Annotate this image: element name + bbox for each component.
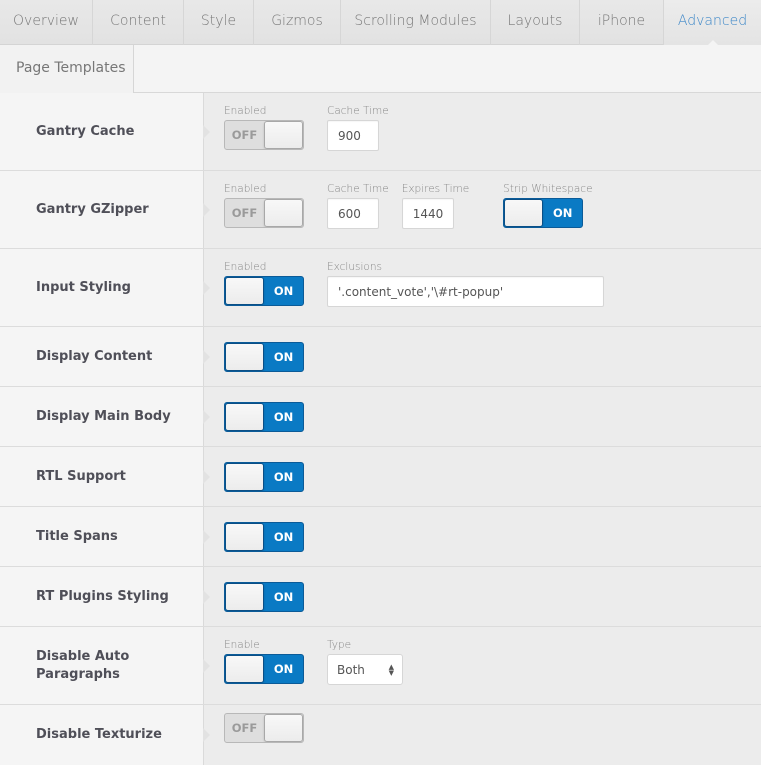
toggle-knob — [225, 522, 265, 551]
toggle-knob — [225, 582, 265, 611]
gantry-cache-time-input[interactable] — [327, 120, 379, 151]
tab-gizmos[interactable]: Gizmos — [254, 0, 341, 45]
display-main-body-toggle[interactable]: ON — [224, 401, 304, 432]
display-content-toggle[interactable]: ON — [224, 341, 304, 372]
field-label: Enable — [224, 639, 260, 651]
row-rtl-support: RTL Support ON — [0, 447, 761, 507]
row-title-spans: Title Spans ON — [0, 507, 761, 567]
row-disable-texturize: Disable Texturize OFF — [0, 705, 761, 765]
row-input-styling: Input Styling Enabled ON Exclusions — [0, 249, 761, 327]
toggle-knob — [225, 655, 265, 683]
row-disable-auto-paragraphs: Disable Auto Paragraphs Enable ON Type B… — [0, 627, 761, 705]
tab-overview[interactable]: Overview — [0, 0, 93, 45]
tab-content[interactable]: Content — [93, 0, 184, 45]
tab-scrolling-modules[interactable]: Scrolling Modules — [341, 0, 491, 45]
tab-advanced[interactable]: Advanced — [664, 0, 761, 46]
toggle-state: ON — [273, 529, 294, 544]
toggle-knob — [263, 121, 303, 149]
toggle-state: OFF — [231, 721, 258, 735]
row-label: Gantry Cache — [0, 93, 210, 170]
toggle-knob — [263, 199, 303, 227]
toggle-state: ON — [273, 409, 294, 424]
toggle-state: ON — [273, 349, 294, 364]
toggle-state: ON — [273, 469, 294, 484]
row-label: Display Content — [0, 327, 210, 386]
gzipper-cache-time-input[interactable] — [327, 198, 379, 229]
row-display-main-body: Display Main Body ON — [0, 387, 761, 447]
field-label: Enabled — [224, 183, 267, 195]
row-label: RTL Support — [0, 447, 210, 506]
row-gantry-cache: Gantry Cache Enabled OFF Cache Time — [0, 93, 761, 171]
tab-page-templates[interactable]: Page Templates — [0, 45, 134, 93]
row-label: Input Styling — [0, 249, 210, 326]
title-spans-toggle[interactable]: ON — [224, 521, 304, 552]
toggle-knob — [263, 714, 303, 742]
field-label: Type — [327, 639, 352, 651]
field-label: Strip Whitespace — [503, 183, 593, 195]
row-label: Title Spans — [0, 507, 210, 566]
field-label: Enabled — [224, 261, 267, 273]
field-label: Exclusions — [327, 261, 382, 273]
toggle-state: OFF — [231, 206, 258, 220]
select-value: Both — [337, 662, 365, 677]
row-label: Display Main Body — [0, 387, 210, 446]
main-tabs: Overview Content Style Gizmos Scrolling … — [0, 0, 761, 46]
toggle-knob — [225, 342, 265, 371]
toggle-knob — [504, 199, 544, 227]
tab-iphone[interactable]: iPhone — [580, 0, 664, 45]
toggle-knob — [225, 462, 265, 491]
rtl-support-toggle[interactable]: ON — [224, 461, 304, 492]
auto-paragraphs-enable-toggle[interactable]: ON — [224, 654, 304, 684]
toggle-state: ON — [552, 206, 573, 220]
field-label: Enabled — [224, 105, 267, 117]
row-rt-plugins-styling: RT Plugins Styling ON — [0, 567, 761, 627]
row-label: Disable Texturize — [0, 705, 210, 765]
gantry-gzipper-enabled-toggle[interactable]: OFF — [224, 198, 304, 228]
rt-plugins-styling-toggle[interactable]: ON — [224, 581, 304, 612]
input-styling-enabled-toggle[interactable]: ON — [224, 276, 304, 306]
select-arrows-icon: ▲ ▼ — [388, 662, 394, 677]
row-label: RT Plugins Styling — [0, 567, 210, 626]
toggle-knob — [225, 277, 265, 305]
field-label: Cache Time — [327, 105, 389, 117]
sub-tabs: Page Templates — [0, 45, 761, 93]
strip-whitespace-toggle[interactable]: ON — [503, 198, 584, 228]
row-display-content: Display Content ON — [0, 327, 761, 387]
exclusions-input[interactable] — [327, 276, 604, 307]
type-select[interactable]: Both ▲ ▼ — [327, 654, 403, 685]
row-gantry-gzipper: Gantry GZipper Enabled OFF Cache Time Ex… — [0, 171, 761, 249]
disable-texturize-toggle[interactable]: OFF — [224, 713, 304, 743]
field-label: Expires Time — [401, 183, 470, 195]
toggle-state: OFF — [231, 128, 258, 142]
toggle-state: ON — [273, 284, 294, 298]
toggle-knob — [225, 402, 265, 431]
toggle-state: ON — [273, 589, 294, 604]
tab-layouts[interactable]: Layouts — [491, 0, 580, 45]
row-label: Disable Auto Paragraphs — [0, 627, 210, 704]
row-label: Gantry GZipper — [0, 171, 210, 248]
tab-style[interactable]: Style — [184, 0, 254, 45]
gzipper-expires-time-input[interactable] — [401, 198, 454, 229]
field-label: Cache Time — [327, 183, 389, 195]
gantry-cache-enabled-toggle[interactable]: OFF — [224, 120, 304, 150]
toggle-state: ON — [273, 662, 294, 676]
